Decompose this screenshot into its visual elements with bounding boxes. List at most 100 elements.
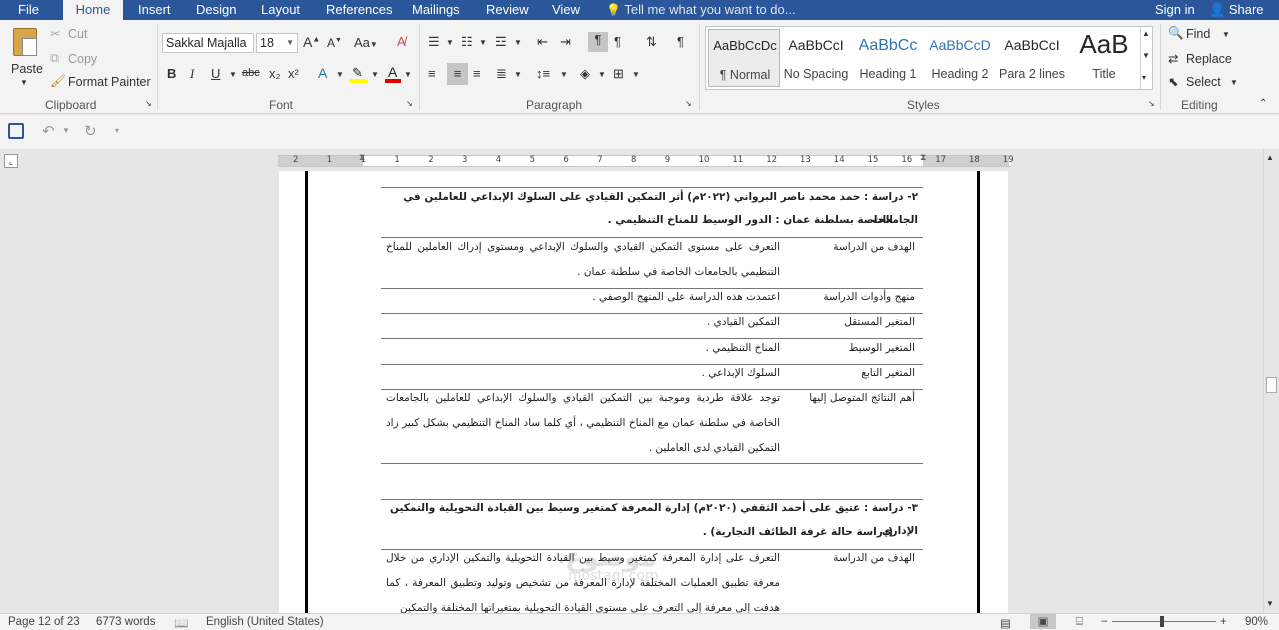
collapse-ribbon-icon[interactable]: ⌃: [1259, 98, 1267, 109]
language-indicator[interactable]: English (United States): [206, 616, 324, 628]
zoom-in-icon[interactable]: +: [1220, 616, 1227, 628]
scroll-down-icon[interactable]: ▼: [1266, 599, 1274, 608]
subscript-button[interactable]: x₂: [269, 66, 281, 81]
more-styles-icon[interactable]: ▾: [1142, 73, 1146, 82]
tab-selector-icon[interactable]: ⌞: [4, 154, 18, 168]
tab-layout[interactable]: Layout: [261, 0, 300, 20]
text-effects-icon[interactable]: A: [318, 65, 327, 81]
chevron-down-icon[interactable]: ▼: [1142, 51, 1150, 60]
style-heading-2[interactable]: AaBbCcD Heading 2: [924, 29, 996, 87]
highlight-dropdown-icon[interactable]: ▼: [371, 70, 379, 79]
indent-marker-icon[interactable]: ⧗: [359, 152, 365, 163]
paste-button[interactable]: Paste ▼: [8, 26, 43, 90]
grow-font-icon[interactable]: A▲: [303, 34, 320, 50]
tab-design[interactable]: Design: [196, 0, 236, 20]
align-center-icon[interactable]: ≡: [447, 63, 468, 85]
share-button[interactable]: 👤 Share: [1209, 0, 1264, 19]
multilevel-list-icon[interactable]: ☲: [495, 34, 507, 50]
highlight-icon[interactable]: ✎: [350, 65, 368, 83]
underline-dropdown-icon[interactable]: ▼: [229, 70, 237, 79]
study-2-label-dependent: المتغير التابع: [861, 367, 915, 379]
clear-formatting-icon[interactable]: A̸: [397, 34, 406, 49]
customize-qat-icon[interactable]: ▾: [115, 126, 119, 135]
select-button[interactable]: ⬉ Select ▼: [1168, 74, 1248, 92]
page-count[interactable]: Page 12 of 23: [8, 616, 80, 628]
scroll-up-icon[interactable]: ▲: [1266, 153, 1274, 162]
underline-button[interactable]: U: [211, 66, 220, 81]
align-left-icon[interactable]: ≡: [428, 66, 436, 81]
sign-in-link[interactable]: Sign in: [1155, 0, 1195, 19]
font-launcher-icon[interactable]: ↘: [406, 99, 413, 108]
ltr-direction-icon[interactable]: ¶: [588, 32, 608, 52]
style-normal[interactable]: AaBbCcDc ¶ Normal: [708, 29, 780, 87]
print-layout-icon[interactable]: ▣: [1030, 614, 1056, 629]
paste-dropdown-icon[interactable]: ▼: [20, 78, 28, 87]
tab-references[interactable]: References: [326, 0, 392, 20]
superscript-button[interactable]: x²: [288, 66, 299, 81]
replace-button[interactable]: ⇄ Replace: [1168, 51, 1248, 69]
web-layout-icon[interactable]: ⌸: [1076, 616, 1083, 629]
tab-file[interactable]: File: [18, 0, 48, 20]
change-case-icon[interactable]: Aa▼: [354, 35, 378, 50]
font-color-dropdown-icon[interactable]: ▼: [404, 70, 412, 79]
justify-icon[interactable]: ≣: [496, 66, 507, 82]
undo-dropdown-icon[interactable]: ▼: [62, 126, 70, 135]
rtl-direction-icon[interactable]: ¶: [614, 34, 621, 49]
zoom-slider-thumb[interactable]: [1160, 616, 1164, 627]
font-color-icon[interactable]: A: [385, 64, 401, 83]
ruler-number: 10: [698, 155, 710, 165]
horizontal-ruler[interactable]: 2 1 1 1 2 3 4 5 6 7 8 9 10 11 12 13 14 15 16 17 18 19 ⧗ ⧗: [278, 152, 1014, 167]
italic-button[interactable]: I: [190, 66, 194, 82]
zoom-level[interactable]: 90%: [1245, 616, 1268, 628]
font-name-combo[interactable]: Sakkal Majalla: [162, 33, 254, 53]
line-spacing-icon[interactable]: ↕≡: [536, 66, 550, 81]
vertical-scrollbar[interactable]: ▲ ▼: [1263, 149, 1279, 613]
line-spacing-dropdown-icon[interactable]: ▼: [560, 70, 568, 79]
style-para-2-lines[interactable]: AaBbCcI Para 2 lines: [996, 29, 1068, 87]
zoom-out-icon[interactable]: −: [1101, 616, 1108, 628]
style-title[interactable]: AaB Title: [1068, 29, 1140, 87]
tab-mailings[interactable]: Mailings: [412, 0, 460, 20]
decrease-indent-icon[interactable]: ⇤: [537, 34, 548, 50]
chevron-up-icon[interactable]: ▲: [1142, 29, 1150, 38]
tell-me-box[interactable]: 💡 Tell me what you want to do...: [606, 0, 796, 20]
find-button[interactable]: 🔍 Find ▼: [1168, 26, 1238, 44]
strikethrough-button[interactable]: abc: [242, 67, 260, 79]
bullets-icon[interactable]: ☰: [428, 34, 440, 50]
shading-icon[interactable]: ◈: [580, 66, 590, 82]
justify-dropdown-icon[interactable]: ▼: [514, 70, 522, 79]
tab-view[interactable]: View: [552, 0, 580, 20]
increase-indent-icon[interactable]: ⇥: [560, 34, 571, 50]
show-marks-icon[interactable]: ¶: [677, 34, 684, 49]
bold-button[interactable]: B: [167, 66, 176, 81]
scroll-thumb[interactable]: [1266, 377, 1277, 393]
multilevel-dropdown-icon[interactable]: ▼: [514, 38, 522, 47]
sort-icon[interactable]: ⇅: [646, 34, 657, 50]
proofing-icon[interactable]: 📖: [174, 616, 188, 630]
shrink-font-icon[interactable]: A▼: [327, 36, 342, 50]
shading-dropdown-icon[interactable]: ▼: [598, 70, 606, 79]
clipboard-launcher-icon[interactable]: ↘: [145, 99, 152, 108]
save-icon[interactable]: [8, 123, 24, 139]
style-heading-1[interactable]: AaBbCc Heading 1: [852, 29, 924, 87]
paragraph-launcher-icon[interactable]: ↘: [685, 99, 692, 108]
numbering-icon[interactable]: ☷: [461, 34, 473, 50]
borders-icon[interactable]: ⊞: [613, 66, 624, 82]
word-count[interactable]: 6773 words: [96, 616, 155, 628]
numbering-dropdown-icon[interactable]: ▼: [479, 38, 487, 47]
redo-icon[interactable]: ↻: [84, 122, 97, 140]
tab-insert[interactable]: Insert: [138, 0, 171, 20]
borders-dropdown-icon[interactable]: ▼: [632, 70, 640, 79]
tab-home[interactable]: Home: [63, 0, 123, 20]
font-size-combo[interactable]: 18 ▼: [256, 33, 298, 53]
styles-launcher-icon[interactable]: ↘: [1148, 99, 1155, 108]
tab-review[interactable]: Review: [486, 0, 529, 20]
zoom-slider[interactable]: [1112, 621, 1216, 622]
bullets-dropdown-icon[interactable]: ▼: [446, 38, 454, 47]
style-no-spacing[interactable]: AaBbCcI No Spacing: [780, 29, 852, 87]
undo-icon[interactable]: ↶: [42, 122, 55, 140]
text-effects-dropdown-icon[interactable]: ▼: [336, 70, 344, 79]
read-mode-icon[interactable]: ▤: [1000, 616, 1011, 630]
align-right-icon[interactable]: ≡: [473, 66, 481, 81]
right-indent-marker-icon[interactable]: ⧗: [920, 152, 926, 163]
